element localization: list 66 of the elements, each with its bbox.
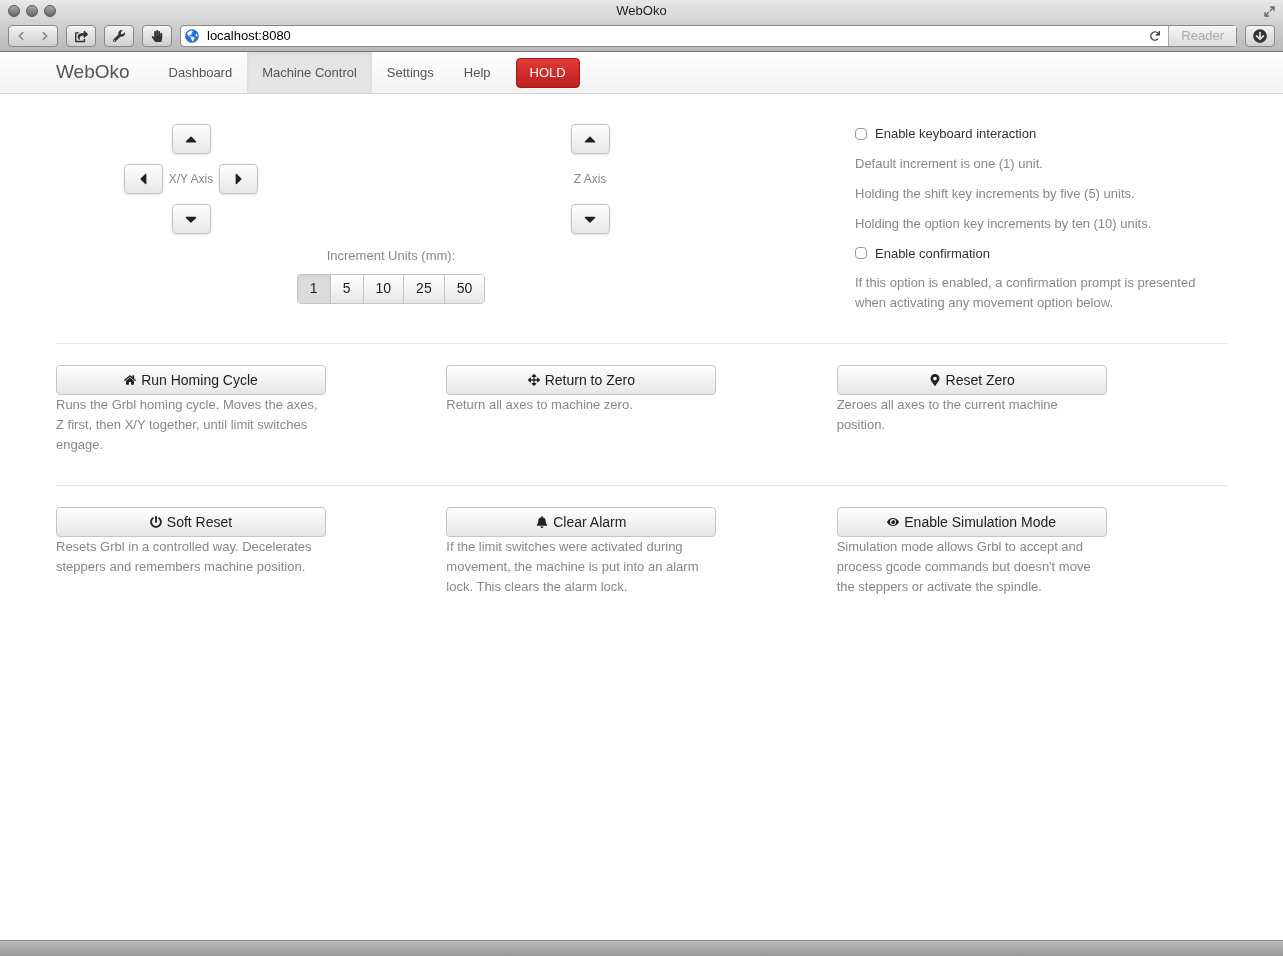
back-icon (16, 31, 26, 41)
bell-icon (536, 516, 549, 528)
wrench-icon (113, 30, 125, 42)
back-forward-button[interactable] (8, 25, 58, 47)
action-button[interactable]: Run Homing Cycle (56, 365, 326, 395)
checkbox[interactable] (855, 247, 867, 260)
increment-button[interactable]: 25 (403, 274, 444, 303)
action-button[interactable]: Reset Zero (836, 365, 1107, 395)
download-icon (1253, 29, 1267, 43)
toolbar-button[interactable] (104, 25, 134, 47)
jog-button[interactable] (570, 124, 610, 154)
map-pin-icon (928, 374, 941, 386)
checkbox-label[interactable]: Enable keyboard interaction (875, 124, 1037, 144)
action-description: Zeroes all axes to the current machine position. (836, 396, 1059, 434)
axis-label: Z Axis (573, 171, 607, 188)
checkbox-label[interactable]: Enable confirmation (875, 243, 990, 263)
action-description: If the limit switches were activated during movement, the machine is put into an alarm lock. This clears the alarm lock. (446, 538, 700, 596)
action-button[interactable]: Return to Zero (446, 365, 717, 395)
action-description: Return all axes to machine zero. (446, 396, 634, 414)
nav-tab[interactable]: Machine Control (247, 52, 372, 93)
help-text: Holding the shift key increments by five (5) units. (855, 184, 1136, 203)
jog-button[interactable] (219, 164, 259, 194)
jog-button[interactable] (123, 164, 163, 194)
checkbox[interactable] (855, 127, 867, 140)
action-description: Simulation mode allows Grbl to accept and process gcode commands but doesn't move the steppers or activate the spindle. (836, 538, 1092, 596)
increment-button[interactable]: 10 (362, 274, 404, 303)
share-icon (74, 29, 88, 43)
axis-label: X/Y Axis (168, 171, 214, 188)
hand-icon (151, 30, 163, 42)
toolbar-button[interactable] (66, 25, 96, 47)
house-icon (124, 374, 137, 386)
jog-button[interactable] (570, 204, 610, 234)
nav-tab[interactable]: Help (448, 52, 506, 93)
toolbar-button[interactable] (142, 25, 172, 47)
window-control-icon[interactable] (8, 5, 20, 17)
action-button[interactable]: Clear Alarm (446, 507, 717, 537)
power-icon (149, 516, 162, 528)
action-description: Runs the Grbl homing cycle. Moves the axes, Z first, then X/Y together, until limit switches engage. (56, 396, 319, 454)
nav-tab[interactable]: Dashboard (153, 52, 248, 93)
move-arrows-icon (527, 374, 540, 386)
url-text: localhost:8080 (207, 27, 291, 46)
increment-button[interactable]: 5 (329, 274, 363, 303)
window-control-icon[interactable] (44, 5, 56, 17)
toolbar-button[interactable] (1245, 25, 1275, 47)
brand[interactable]: WebOko (56, 58, 130, 87)
jog-button[interactable] (171, 124, 211, 154)
hold-button[interactable]: HOLD (515, 57, 580, 88)
help-text: Holding the option key increments by ten (10) units. (855, 214, 1153, 233)
increment-label: Increment Units (mm): (326, 247, 456, 265)
globe-icon (185, 29, 199, 43)
help-text: Default increment is one (1) unit. (855, 154, 1044, 173)
action-button[interactable]: Soft Reset (56, 507, 326, 537)
action-description: Resets Grbl in a controlled way. Decelerates steppers and remembers machine position. (56, 538, 313, 576)
increment-button[interactable]: 50 (443, 274, 485, 303)
window-control-icon[interactable] (26, 5, 38, 17)
nav-tab[interactable]: Settings (371, 52, 449, 93)
help-text: If this option is enabled, a confirmation prompt is presented when activating any movement option below. (855, 274, 1197, 312)
fullscreen-icon[interactable] (1264, 5, 1275, 17)
jog-button[interactable] (171, 204, 211, 234)
action-button[interactable]: Enable Simulation Mode (836, 507, 1107, 537)
increment-button[interactable]: 1 (297, 274, 330, 303)
address-field[interactable]: localhost:8080 Reader (180, 25, 1237, 47)
forward-icon (40, 31, 50, 41)
reload-icon[interactable] (1150, 31, 1161, 41)
window-title: WebOko (616, 2, 667, 21)
eye-icon (887, 516, 900, 528)
